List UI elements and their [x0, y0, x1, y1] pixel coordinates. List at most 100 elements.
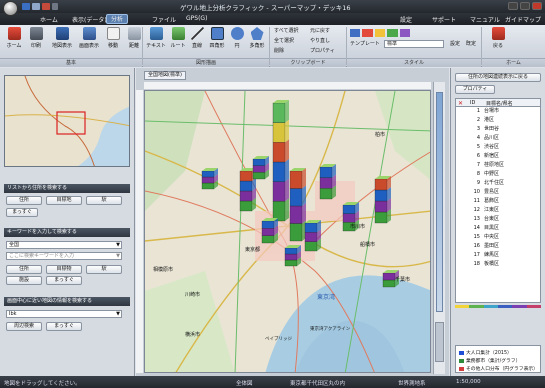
nearby-more-button[interactable]: まっすぐ — [46, 322, 82, 331]
help-settings[interactable]: 設定 — [400, 15, 412, 24]
print-button[interactable]: 印刷 — [27, 27, 45, 49]
kw-station-button[interactable]: 駅 — [86, 265, 122, 274]
kw-landmark-button[interactable]: 目標物 — [46, 265, 82, 274]
return-button[interactable]: 住所の地図連続表示に戻る — [455, 73, 541, 82]
polygon-button[interactable]: 多角形 — [247, 27, 267, 49]
menu-gps[interactable]: GPS(G) — [186, 15, 207, 22]
undo-icon[interactable] — [32, 3, 40, 10]
properties-button[interactable]: プロパティ — [310, 47, 335, 55]
menu-analysis[interactable]: 分析 — [106, 14, 129, 24]
landmark-button[interactable]: 目標地 — [46, 196, 82, 205]
zoom-track[interactable] — [436, 92, 443, 312]
map-bar-marker[interactable] — [261, 218, 278, 244]
select-all-2-button[interactable]: 全て選択 — [274, 37, 294, 45]
distance-button[interactable]: 距離 — [125, 27, 143, 49]
list-item[interactable]: 15 中央区 — [456, 233, 540, 242]
delete-button[interactable]: 削除 — [274, 47, 284, 55]
map-bar-marker[interactable] — [201, 168, 218, 190]
col-id[interactable]: ID — [470, 100, 475, 106]
row-id: 13 — [473, 216, 480, 222]
polygon-icon — [250, 27, 264, 40]
overview-minimap[interactable] — [4, 75, 130, 167]
kw-more-button[interactable]: まっすぐ — [46, 276, 82, 285]
close-button[interactable] — [532, 2, 542, 10]
list-item[interactable]: 5 渋谷区 — [456, 143, 540, 152]
select-all-button[interactable]: すべて選択 — [274, 27, 298, 35]
menu-file[interactable]: ファイル — [152, 15, 176, 24]
move-button[interactable]: 移動 — [104, 27, 122, 49]
list-item[interactable]: 4 品川区 — [456, 134, 540, 143]
help-support[interactable]: サポート — [432, 15, 456, 24]
menu-view[interactable]: 表示(データ) — [72, 15, 107, 24]
redo-button[interactable]: やり直し — [310, 37, 330, 45]
back-button[interactable]: 戻る — [486, 27, 510, 49]
save-icon[interactable] — [22, 3, 30, 10]
route-button[interactable]: ルート — [169, 27, 187, 49]
list-item[interactable]: 7 荏原地区 — [456, 161, 540, 170]
maximize-button[interactable] — [520, 2, 530, 10]
map-bar-marker[interactable] — [284, 245, 301, 267]
address-button[interactable]: 住所 — [6, 196, 42, 205]
text-button[interactable]: テキスト — [145, 27, 167, 49]
line-button[interactable]: 直線 — [189, 27, 205, 49]
quick-access-dropdown-icon[interactable] — [52, 3, 58, 10]
help-guide[interactable]: ガイドマップ — [505, 15, 541, 24]
home-button[interactable]: ホーム — [5, 27, 23, 49]
map-bar-marker[interactable] — [272, 100, 289, 222]
menu-home[interactable]: ホーム — [40, 15, 58, 24]
map-bar-marker[interactable] — [289, 168, 306, 242]
kw-address-button[interactable]: 住所 — [6, 265, 42, 274]
map-bar-marker[interactable] — [374, 176, 391, 224]
keyword-placeholder: ここに検索キーワードを入力 — [9, 253, 75, 259]
keyword-input[interactable]: ここに検索キーワードを入力 ▼ — [6, 252, 122, 260]
list-item[interactable]: 14 目黒区 — [456, 224, 540, 233]
list-item[interactable]: 11 葛飾区 — [456, 197, 540, 206]
template-input[interactable]: 標準 — [384, 40, 444, 48]
list-item[interactable]: 3 世田谷 — [456, 125, 540, 134]
set-button[interactable]: 設定 — [450, 40, 460, 48]
map-bar-marker[interactable] — [304, 220, 321, 252]
list-item[interactable]: 17 練馬区 — [456, 251, 540, 260]
screen-view-button[interactable]: 画面表示 — [77, 27, 101, 49]
list-item[interactable]: 6 新宿区 — [456, 152, 540, 161]
map-tab[interactable]: 全国地図(標準) — [144, 71, 186, 80]
map-view-button[interactable]: 地図表示 — [50, 27, 74, 49]
undo-button[interactable]: 元に戻す — [310, 27, 330, 35]
list-item[interactable]: 16 墨田区 — [456, 242, 540, 251]
list-item[interactable]: 8 中野区 — [456, 170, 540, 179]
list-item[interactable]: 1 台場市 — [456, 107, 540, 116]
map-zoom-slider[interactable] — [433, 82, 445, 374]
map-label: ベイブリッジ — [265, 337, 292, 342]
style-swatches[interactable] — [350, 29, 411, 37]
help-manual[interactable]: マニュアル — [470, 15, 500, 24]
circle-button[interactable]: 円 — [229, 27, 245, 49]
zoom-buttons[interactable] — [435, 322, 444, 362]
map-bar-marker[interactable] — [252, 156, 269, 180]
default-button[interactable]: 既定 — [466, 40, 476, 48]
more-1-button[interactable]: まっすぐ — [6, 208, 38, 217]
list-item[interactable]: 18 板橋区 — [456, 260, 540, 269]
list-item[interactable]: 10 豊島区 — [456, 188, 540, 197]
category-select[interactable]: 全国 ▼ — [6, 241, 122, 249]
kw-facility-button[interactable]: 施設 — [6, 276, 42, 285]
map-bar-marker[interactable] — [319, 164, 336, 200]
list-item[interactable]: 2 港区 — [456, 116, 540, 125]
list-item[interactable]: 9 北千住区 — [456, 179, 540, 188]
rectangle-button[interactable]: 四角形 — [207, 27, 227, 49]
bar-segment — [201, 170, 215, 178]
home-back-icon — [491, 27, 505, 40]
app-menu-orb[interactable] — [3, 1, 18, 16]
station-button[interactable]: 駅 — [86, 196, 122, 205]
minimize-button[interactable] — [508, 2, 518, 10]
redo-icon[interactable] — [42, 3, 50, 10]
main-map[interactable]: 東京湾 東京都 船橋市 柏市 横浜市 川崎市 千葉市 市川市 相模原市 東京湾ア… — [144, 90, 431, 373]
list-item[interactable]: 13 台東区 — [456, 215, 540, 224]
map-label: 市川市 — [350, 224, 366, 230]
nearby-select[interactable]: Ibk ▼ — [6, 310, 122, 318]
map-label: 東京都 — [245, 247, 261, 253]
nearby-search-button[interactable]: 周辺検索 — [6, 322, 42, 331]
property-button[interactable]: プロパティ — [455, 85, 495, 94]
list-item[interactable]: 12 江東区 — [456, 206, 540, 215]
close-icon[interactable]: ✕ — [458, 100, 463, 107]
col-name[interactable]: 目標名/県名 — [486, 100, 513, 107]
